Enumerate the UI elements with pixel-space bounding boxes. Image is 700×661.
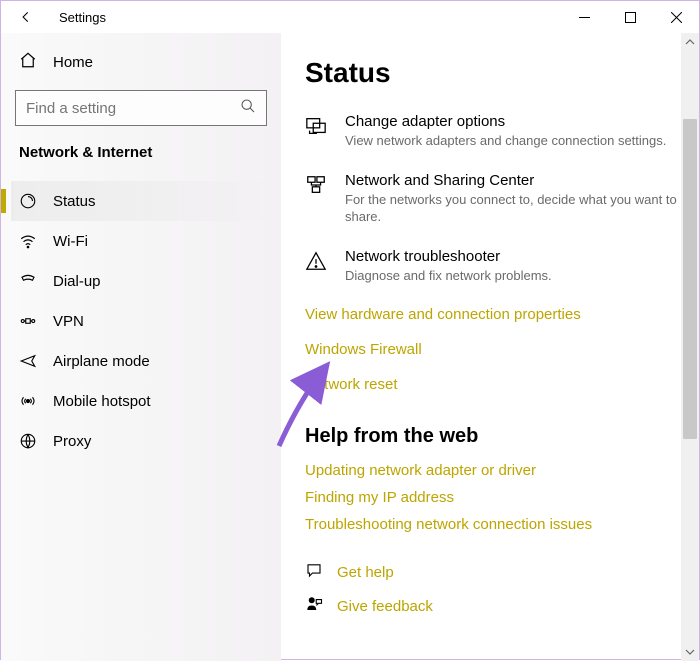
sidebar-item-airplane[interactable]: Airplane mode — [11, 341, 271, 381]
hotspot-icon — [19, 392, 37, 410]
home-icon — [19, 51, 37, 74]
dialup-icon — [19, 272, 37, 290]
wifi-icon — [19, 232, 37, 250]
link-network-reset[interactable]: Network reset — [305, 376, 689, 393]
status-icon — [19, 192, 37, 210]
minimize-button[interactable] — [561, 1, 607, 33]
scroll-thumb[interactable] — [683, 119, 697, 439]
window-controls — [561, 1, 699, 33]
option-troubleshooter[interactable]: Network troubleshooter Diagnose and fix … — [305, 248, 689, 285]
home-label: Home — [53, 54, 93, 71]
warning-icon — [305, 250, 329, 277]
home-button[interactable]: Home — [11, 41, 271, 86]
option-desc: Diagnose and fix network problems. — [345, 267, 552, 285]
help-link-adapter[interactable]: Updating network adapter or driver — [305, 462, 689, 479]
sidebar-item-vpn[interactable]: VPN — [11, 301, 271, 341]
feedback-icon — [305, 595, 323, 617]
help-link-ip[interactable]: Finding my IP address — [305, 489, 689, 506]
sidebar-item-label: Dial-up — [53, 273, 101, 290]
page-title: Status — [305, 57, 689, 89]
category-title: Network & Internet — [11, 140, 271, 181]
monitor-icon — [305, 115, 329, 142]
sidebar-item-label: VPN — [53, 313, 84, 330]
option-desc: For the networks you connect to, decide … — [345, 191, 689, 226]
help-section-title: Help from the web — [305, 425, 689, 448]
give-feedback-link[interactable]: Give feedback — [305, 595, 689, 617]
option-desc: View network adapters and change connect… — [345, 132, 666, 150]
link-windows-firewall[interactable]: Windows Firewall — [305, 341, 689, 358]
get-help-link[interactable]: Get help — [305, 561, 689, 583]
scroll-up-icon[interactable] — [681, 33, 699, 51]
sidebar: Home Network & Internet Status Wi-Fi — [1, 33, 281, 661]
search-icon — [240, 98, 256, 119]
titlebar: Settings — [1, 1, 699, 33]
window-title: Settings — [59, 10, 106, 25]
give-feedback-label: Give feedback — [337, 598, 433, 615]
option-title: Change adapter options — [345, 113, 666, 130]
chat-icon — [305, 561, 323, 583]
back-button[interactable] — [11, 2, 41, 32]
scroll-down-icon[interactable] — [681, 643, 699, 661]
sidebar-item-label: Wi-Fi — [53, 233, 88, 250]
option-title: Network troubleshooter — [345, 248, 552, 265]
sidebar-item-proxy[interactable]: Proxy — [11, 421, 271, 461]
get-help-label: Get help — [337, 564, 394, 581]
option-sharing-center[interactable]: Network and Sharing Center For the netwo… — [305, 172, 689, 226]
sidebar-item-label: Airplane mode — [53, 353, 150, 370]
sidebar-item-dialup[interactable]: Dial-up — [11, 261, 271, 301]
option-change-adapter[interactable]: Change adapter options View network adap… — [305, 113, 689, 150]
link-hardware-properties[interactable]: View hardware and connection properties — [305, 306, 689, 323]
close-button[interactable] — [653, 1, 699, 33]
search-box[interactable] — [15, 90, 267, 126]
proxy-icon — [19, 432, 37, 450]
maximize-button[interactable] — [607, 1, 653, 33]
sidebar-item-label: Status — [53, 193, 96, 210]
scrollbar[interactable] — [681, 33, 699, 661]
sidebar-item-wifi[interactable]: Wi-Fi — [11, 221, 271, 261]
airplane-icon — [19, 352, 37, 370]
search-input[interactable] — [26, 100, 240, 117]
option-title: Network and Sharing Center — [345, 172, 689, 189]
help-link-troubleshoot[interactable]: Troubleshooting network connection issue… — [305, 516, 689, 533]
sidebar-nav: Status Wi-Fi Dial-up VPN — [11, 181, 271, 461]
content-pane: Status Change adapter options View netwo… — [281, 33, 699, 661]
sidebar-item-status[interactable]: Status — [11, 181, 271, 221]
network-icon — [305, 174, 329, 201]
sidebar-item-label: Mobile hotspot — [53, 393, 151, 410]
vpn-icon — [19, 312, 37, 330]
sidebar-item-hotspot[interactable]: Mobile hotspot — [11, 381, 271, 421]
sidebar-item-label: Proxy — [53, 433, 91, 450]
